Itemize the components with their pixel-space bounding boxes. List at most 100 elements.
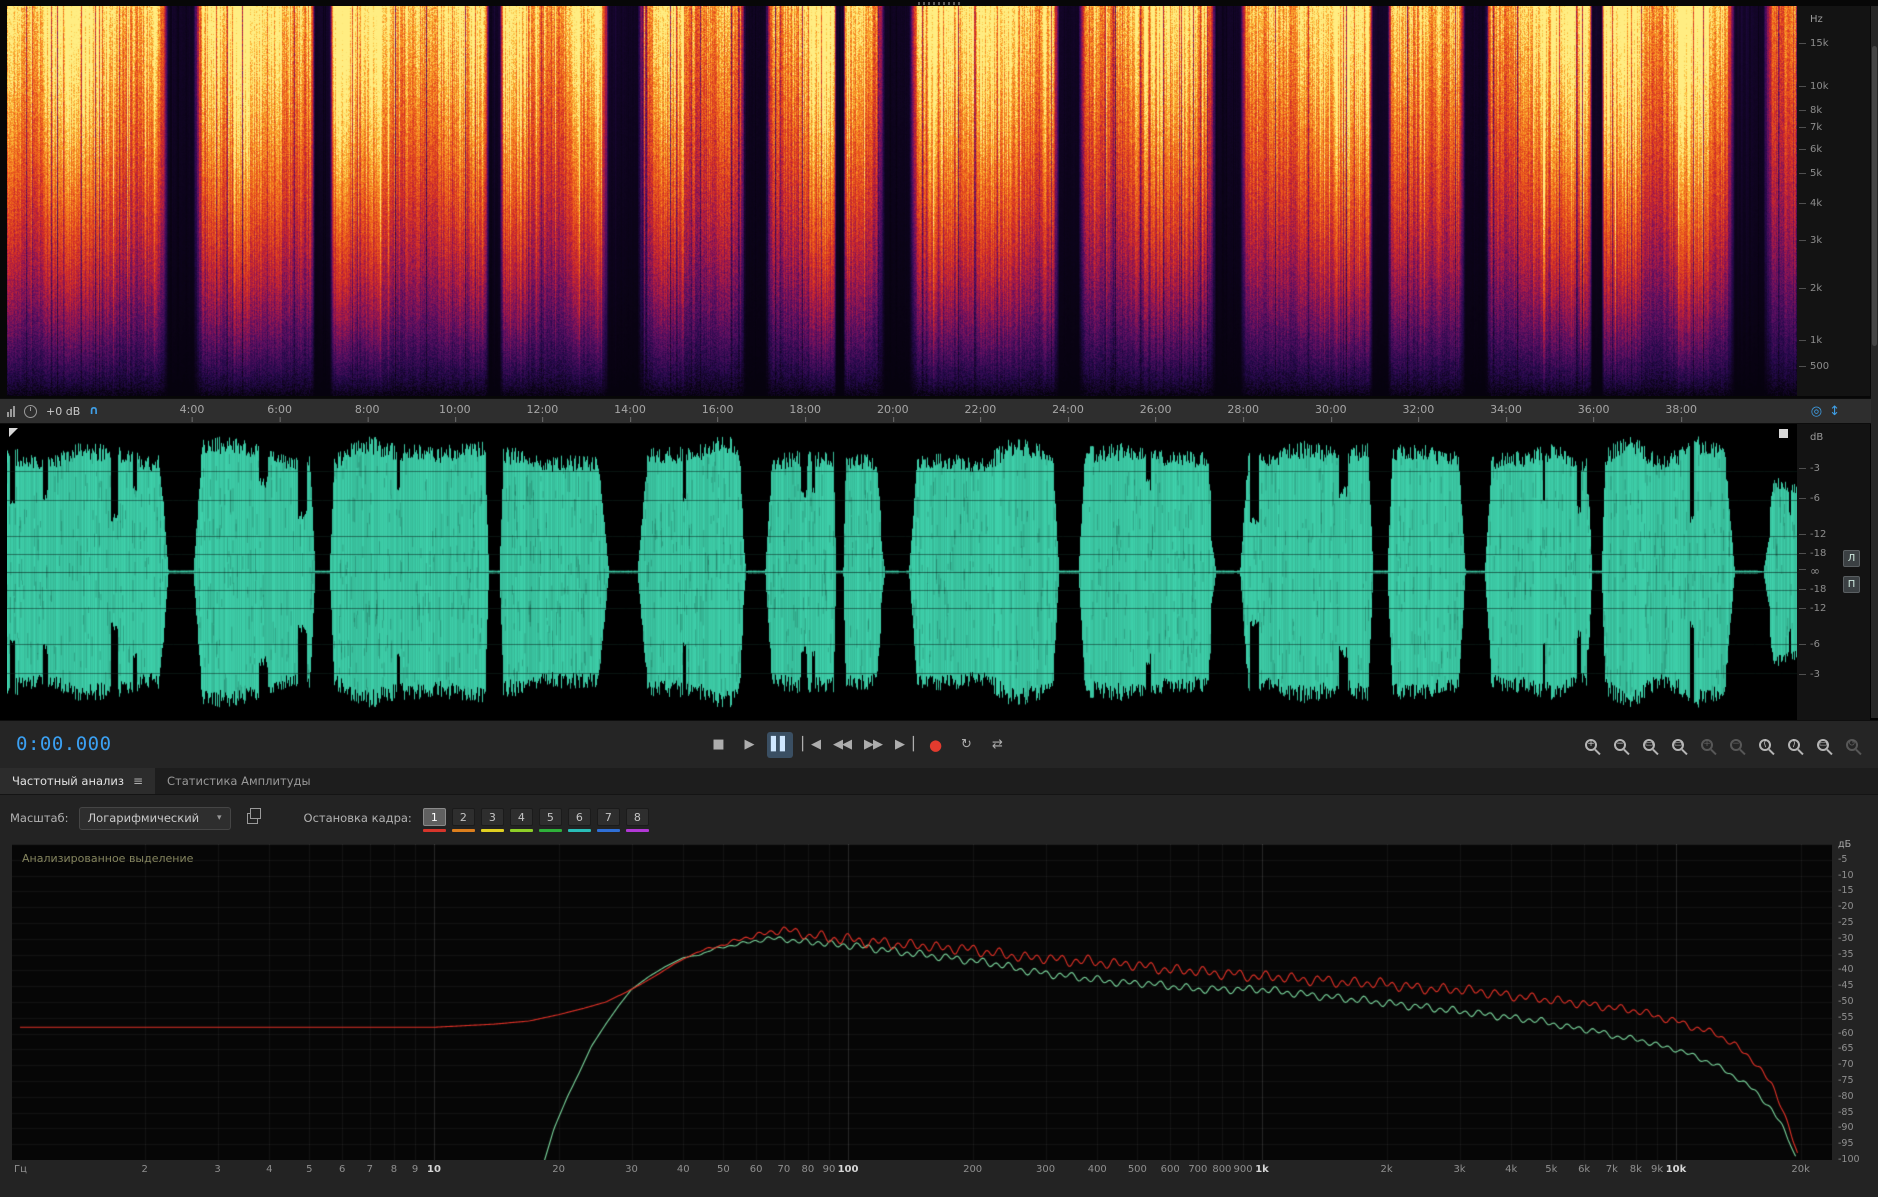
zoom-out-button[interactable]: − bbox=[1608, 733, 1632, 757]
frequency-tick-label: 500 bbox=[1798, 361, 1830, 372]
gain-readout: +0 dB bbox=[46, 404, 81, 418]
zoom-in-button[interactable]: + bbox=[1579, 733, 1603, 757]
tab-label: Частотный анализ bbox=[12, 774, 124, 788]
hold-frame-2-button[interactable]: 2 bbox=[451, 808, 476, 832]
zoom-reset-button[interactable]: ↺ bbox=[1840, 733, 1864, 757]
play-button[interactable]: ▶ bbox=[736, 732, 762, 758]
tab-amplitude-statistics[interactable]: Статистика Амплитуды bbox=[155, 768, 323, 794]
zoom-selection-in-button[interactable]: ⟨ bbox=[1753, 733, 1777, 757]
x-tick-label: 5 bbox=[306, 1164, 313, 1175]
x-tick-label: 600 bbox=[1160, 1164, 1180, 1175]
y-tick-label: -50 bbox=[1838, 996, 1854, 1007]
timeline-time-label: 10:00 bbox=[438, 403, 471, 422]
x-tick-label: 1k bbox=[1255, 1164, 1269, 1175]
hold-frame-6-button[interactable]: 6 bbox=[567, 808, 592, 832]
rewind-button[interactable]: ◀◀ bbox=[829, 732, 855, 758]
db-tick-label: -12 bbox=[1798, 529, 1827, 541]
tab-label: Статистика Амплитуды bbox=[167, 774, 311, 788]
vertical-scrollbar[interactable] bbox=[1871, 6, 1878, 718]
zoom-selection-button[interactable]: ▭ bbox=[1811, 733, 1835, 757]
hold-frame-5-button[interactable]: 5 bbox=[538, 808, 563, 832]
scale-select[interactable]: Логарифмический ▾ bbox=[78, 806, 231, 830]
go-to-end-button[interactable]: ▶▕ bbox=[891, 732, 917, 758]
magnifier-glyph: ▭ bbox=[1673, 738, 1683, 749]
timeline-time-label: 14:00 bbox=[614, 403, 646, 422]
fast-forward-button[interactable]: ▶▶ bbox=[860, 732, 886, 758]
channel-badge-left[interactable]: Л bbox=[1843, 550, 1860, 567]
timecode-display[interactable]: 0:00.000 bbox=[16, 733, 112, 755]
frequency-analysis-panel: Частотный анализ ≡ Статистика Амплитуды … bbox=[0, 768, 1878, 1197]
level-meter-icon[interactable] bbox=[7, 405, 15, 417]
timeline-time-label: 16:00 bbox=[701, 403, 734, 422]
zoom-out-full-button[interactable]: ▭ bbox=[1666, 733, 1690, 757]
corner-handle-icon[interactable] bbox=[9, 428, 18, 437]
pause-button[interactable]: ▌▌ bbox=[767, 731, 793, 758]
waveform-canvas[interactable] bbox=[7, 426, 1797, 718]
go-to-start-button[interactable]: ▏◀ bbox=[798, 732, 824, 758]
magnifier-glyph: + bbox=[1703, 738, 1711, 749]
timeline-time-label: 28:00 bbox=[1227, 403, 1260, 422]
x-tick-label: 70 bbox=[777, 1164, 791, 1175]
y-tick-label: -5 bbox=[1838, 853, 1848, 865]
magnifier-icon: + bbox=[1585, 738, 1597, 751]
timeline-ruler[interactable]: +0 dB ∪ 4:00 6:00 8:00 10:00 12:00 14:00 16:00… bbox=[0, 398, 1878, 424]
hold-buttons: 12345678 bbox=[422, 804, 650, 832]
y-tick-label: -40 bbox=[1838, 964, 1854, 976]
hold-frame-number: 6 bbox=[567, 808, 591, 826]
panel-menu-icon[interactable]: ≡ bbox=[133, 774, 143, 788]
y-axis-unit: дБ bbox=[1838, 839, 1852, 850]
y-tick-label: -35 bbox=[1838, 948, 1854, 960]
spectrogram-canvas[interactable] bbox=[7, 6, 1797, 396]
chart-y-axis: дБ -5 -10 -15 -20 -25 -30 -35 -40 -45 -50 -55 -60 -6… bbox=[1838, 840, 1878, 1174]
hold-label: Остановка кадра: bbox=[303, 811, 412, 825]
magnifier-icon: + bbox=[1701, 738, 1713, 751]
transport-buttons: ■ ▶ ▌▌ ▏◀ ◀◀ ▶▶ ▶▕ ● ↻ ⇄ bbox=[705, 721, 1010, 768]
timeline-left-controls: +0 dB ∪ bbox=[7, 399, 99, 423]
x-tick-label: 10 bbox=[427, 1164, 441, 1175]
y-tick-label: -100 bbox=[1838, 1154, 1860, 1165]
snap-toggle-icon[interactable]: ∪ bbox=[89, 404, 99, 418]
vertical-zoom-icon[interactable]: ↕ bbox=[1829, 405, 1840, 418]
hud-icon[interactable] bbox=[1779, 429, 1788, 438]
x-tick-label: 7k bbox=[1605, 1164, 1618, 1175]
channel-badge-right[interactable]: П bbox=[1843, 576, 1860, 593]
db-tick-label: -6 bbox=[1799, 492, 1820, 504]
record-button[interactable]: ● bbox=[922, 732, 948, 758]
clock-icon[interactable] bbox=[24, 404, 37, 418]
loop-playback-button[interactable]: ↻ bbox=[953, 732, 979, 758]
monitor-icon[interactable]: ◎ bbox=[1811, 405, 1822, 418]
x-tick-label: 8k bbox=[1629, 1164, 1642, 1175]
zoom-out-amplitude-button[interactable]: − bbox=[1724, 733, 1748, 757]
x-tick-label: 900 bbox=[1233, 1164, 1253, 1175]
x-tick-label: 10k bbox=[1665, 1164, 1687, 1175]
copy-graph-icon[interactable] bbox=[246, 808, 262, 824]
panel-grip[interactable] bbox=[918, 2, 962, 5]
hold-frame-4-button[interactable]: 4 bbox=[509, 808, 534, 832]
hold-frame-1-button[interactable]: 1 bbox=[422, 808, 447, 832]
zoom-in-amplitude-button[interactable]: + bbox=[1695, 733, 1719, 757]
chevron-down-icon: ▾ bbox=[217, 813, 222, 823]
hold-frame-8-button[interactable]: 8 bbox=[625, 808, 650, 832]
frequency-tick-label: 4k bbox=[1798, 198, 1823, 209]
timeline-time-label: 34:00 bbox=[1490, 403, 1522, 422]
scrollbar-thumb[interactable] bbox=[1872, 46, 1877, 346]
frequency-tick-label: 8k bbox=[1798, 105, 1823, 116]
frequency-ruler-unit: Hz bbox=[1810, 14, 1823, 25]
skip-selection-button[interactable]: ⇄ bbox=[984, 732, 1010, 758]
y-tick-label: -80 bbox=[1838, 1090, 1854, 1102]
timeline-time-label: 38:00 bbox=[1665, 403, 1698, 422]
tab-frequency-analysis[interactable]: Частотный анализ ≡ bbox=[0, 768, 156, 794]
zoom-selection-out-button[interactable]: ⟩ bbox=[1782, 733, 1806, 757]
stop-button[interactable]: ■ bbox=[705, 732, 731, 758]
zoom-buttons: + − ▭ ▭ + − ⟨ ⟩ ▭ ↺ bbox=[1579, 721, 1864, 768]
x-tick-label: 6 bbox=[338, 1164, 346, 1175]
timeline-time-label: 8:00 bbox=[354, 403, 380, 422]
db-center-label: ∞ bbox=[1799, 564, 1820, 578]
x-tick-label: 90 bbox=[822, 1164, 836, 1175]
magnifier-icon: ▭ bbox=[1643, 738, 1655, 751]
timeline-time-label: 24:00 bbox=[1052, 403, 1084, 422]
hold-frame-7-button[interactable]: 7 bbox=[596, 808, 621, 832]
zoom-in-full-button[interactable]: ▭ bbox=[1637, 733, 1661, 757]
magnifier-glyph: ⟨ bbox=[1763, 738, 1767, 749]
hold-frame-3-button[interactable]: 3 bbox=[480, 808, 505, 832]
